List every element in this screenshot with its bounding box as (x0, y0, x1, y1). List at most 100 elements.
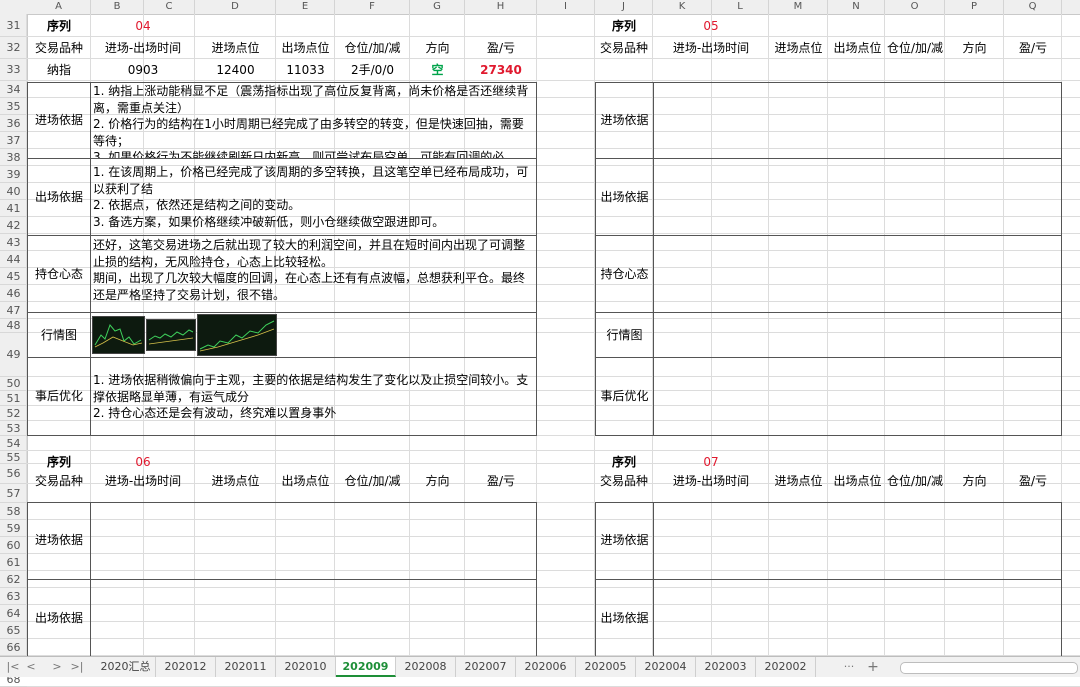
add-sheet-button[interactable]: + (866, 657, 880, 677)
row-header-31[interactable]: 31 (0, 15, 27, 37)
header-entry-point: 进场点位 (774, 41, 823, 55)
section-frame (595, 502, 1062, 662)
sheet-tab-202009[interactable]: 202009 (336, 657, 396, 677)
more-sheets-button[interactable]: ··· (842, 657, 856, 677)
cell-time[interactable]: 0903 (91, 59, 195, 81)
review-text[interactable]: 1. 进场依据稍微偏向于主观，主要的依据是结构发生了变化以及止损空间较小。支撑依… (93, 372, 535, 432)
column-header-J[interactable]: J (595, 0, 653, 14)
row-header-65[interactable]: 65 (0, 622, 27, 639)
column-header-O[interactable]: O (885, 0, 945, 14)
row-header-60[interactable]: 60 (0, 537, 27, 554)
row-header-55[interactable]: 55 (0, 451, 27, 464)
price-chart-icon (148, 329, 194, 345)
row-header-50[interactable]: 50 (0, 377, 27, 391)
column-header-G[interactable]: G (410, 0, 465, 14)
cell-entry-point[interactable]: 12400 (195, 59, 276, 81)
sheet-tab-202012[interactable]: 202012 (156, 657, 216, 677)
row-header-48[interactable]: 48 (0, 319, 27, 333)
label-exit-basis: 出场依据 (34, 611, 83, 625)
column-header-A[interactable]: A (27, 0, 91, 14)
row-header-37[interactable]: 37 (0, 132, 27, 149)
row-header-32[interactable]: 32 (0, 37, 27, 59)
sheet-tab-202006[interactable]: 202006 (516, 657, 576, 677)
cell-direction[interactable]: 空 (410, 59, 465, 81)
sheet-tab-202004[interactable]: 202004 (636, 657, 696, 677)
column-header-H[interactable]: H (465, 0, 537, 14)
row-header-35[interactable]: 35 (0, 98, 27, 115)
row-header-49[interactable]: 49 (0, 333, 27, 377)
horizontal-scrollbar[interactable] (900, 662, 1078, 674)
column-header-C[interactable]: C (144, 0, 195, 14)
prev-sheet-button[interactable]: < (24, 657, 38, 677)
seq-number[interactable]: 05 (653, 15, 769, 37)
column-header-E[interactable]: E (276, 0, 335, 14)
next-sheet-button[interactable]: > (50, 657, 64, 677)
exit-basis-text[interactable]: 1. 在该周期上，价格已经完成了该周期的多空转换，且这笔空单已经布局成功，可以获… (93, 164, 535, 234)
row-header-36[interactable]: 36 (0, 115, 27, 132)
row-header-47[interactable]: 47 (0, 302, 27, 319)
header-entry-point: 进场点位 (211, 41, 260, 55)
column-header-N[interactable]: N (828, 0, 885, 14)
row-header-57[interactable]: 57 (0, 484, 27, 503)
cell-exit-point[interactable]: 11033 (276, 59, 335, 81)
label-entry-basis: 进场依据 (34, 113, 83, 127)
chart-thumbnail-3[interactable] (197, 314, 277, 356)
sheet-tab-2020汇总[interactable]: 2020汇总 (96, 657, 156, 677)
row-header-38[interactable]: 38 (0, 149, 27, 166)
first-sheet-button[interactable]: |< (6, 657, 20, 677)
column-header-M[interactable]: M (769, 0, 828, 14)
row-header-33[interactable]: 33 (0, 59, 27, 81)
row-header-53[interactable]: 53 (0, 421, 27, 436)
column-header-K[interactable]: K (653, 0, 712, 14)
row-header-63[interactable]: 63 (0, 588, 27, 605)
cell-pnl[interactable]: 27340 (465, 59, 537, 81)
row-header-58[interactable]: 58 (0, 503, 27, 520)
holding-mindset-text[interactable]: 还好，这笔交易进场之后就出现了较大的利润空间，并且在短时间内出现了可调整止损的结… (93, 237, 535, 312)
price-chart-icon (199, 320, 275, 352)
header-time: 进场-出场时间 (104, 474, 182, 488)
column-header-L[interactable]: L (712, 0, 769, 14)
row-header-52[interactable]: 52 (0, 406, 27, 421)
header-product: 交易品种 (34, 41, 83, 55)
row-header-56[interactable]: 56 (0, 464, 27, 484)
chart-thumbnail-1[interactable] (92, 316, 145, 354)
row-header-51[interactable]: 51 (0, 391, 27, 406)
sheet-tab-202011[interactable]: 202011 (216, 657, 276, 677)
chart-thumbnail-2[interactable] (146, 319, 196, 351)
row-header-61[interactable]: 61 (0, 554, 27, 571)
column-header-D[interactable]: D (195, 0, 276, 14)
row-header-40[interactable]: 40 (0, 183, 27, 200)
label-entry-basis: 进场依据 (600, 113, 649, 127)
row-header-54[interactable]: 54 (0, 436, 27, 451)
row-header-41[interactable]: 41 (0, 200, 27, 217)
sheet-tab-202010[interactable]: 202010 (276, 657, 336, 677)
sheet-tab-202007[interactable]: 202007 (456, 657, 516, 677)
column-header-P[interactable]: P (945, 0, 1004, 14)
cell-position[interactable]: 2手/0/0 (335, 59, 410, 81)
sheet-tab-202003[interactable]: 202003 (696, 657, 756, 677)
row-header-46[interactable]: 46 (0, 285, 27, 302)
row-header-59[interactable]: 59 (0, 520, 27, 537)
column-header-F[interactable]: F (335, 0, 410, 14)
row-header-64[interactable]: 64 (0, 605, 27, 622)
column-header-Q[interactable]: Q (1004, 0, 1062, 14)
last-sheet-button[interactable]: >| (70, 657, 84, 677)
sheet-tab-202002[interactable]: 202002 (756, 657, 816, 677)
row-header-43[interactable]: 43 (0, 234, 27, 251)
row-header-44[interactable]: 44 (0, 251, 27, 268)
row-header-62[interactable]: 62 (0, 571, 27, 588)
row-header-42[interactable]: 42 (0, 217, 27, 234)
row-header-66[interactable]: 66 (0, 639, 27, 656)
column-header-B[interactable]: B (91, 0, 144, 14)
column-header-I[interactable]: I (537, 0, 595, 14)
entry-basis-text[interactable]: 1. 纳指上涨动能稍显不足（震荡指标出现了高位反复背离，尚未价格是否还继续背离，… (93, 83, 535, 158)
seq-number[interactable]: 04 (91, 15, 195, 37)
sheet-tab-202008[interactable]: 202008 (396, 657, 456, 677)
row-header-34[interactable]: 34 (0, 81, 27, 98)
cell-product[interactable]: 纳指 (27, 59, 91, 81)
row-header-45[interactable]: 45 (0, 268, 27, 285)
sheet-tab-202005[interactable]: 202005 (576, 657, 636, 677)
label-exit-basis: 出场依据 (600, 190, 649, 204)
header-pnl: 盈/亏 (486, 41, 516, 55)
row-header-39[interactable]: 39 (0, 166, 27, 183)
